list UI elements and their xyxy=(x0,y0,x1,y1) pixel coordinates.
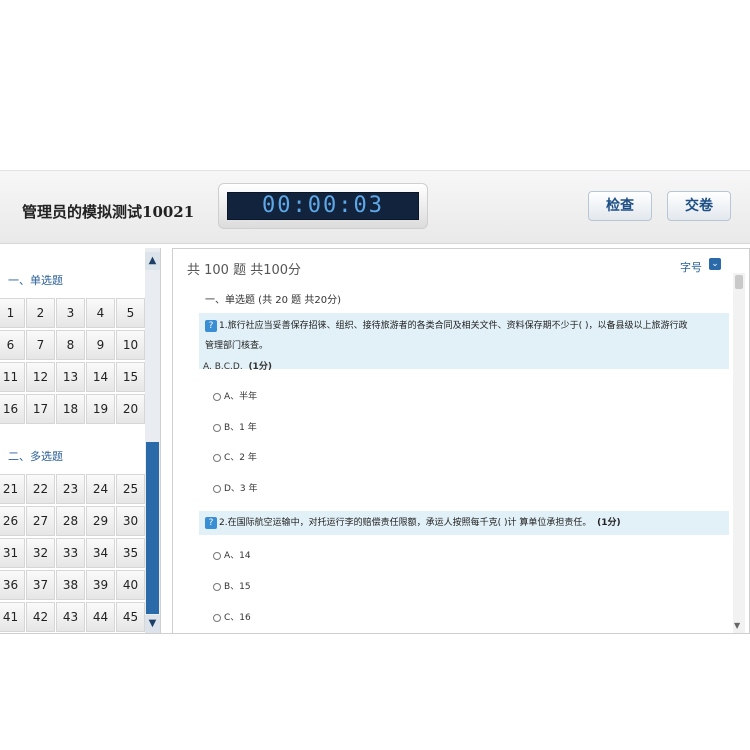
navigator-scroll-thumb[interactable] xyxy=(146,442,159,614)
exam-total: 共 100 题 共100分 xyxy=(187,263,302,278)
question-1: ? 1.旅行社应当妥善保存招徕、组织、接待旅游者的各类合同及相关文件、资料保存期不… xyxy=(199,313,729,369)
question-number-cell[interactable]: 1 xyxy=(0,298,25,328)
radio-button[interactable] xyxy=(213,453,221,462)
countdown-timer: 00:00:03 xyxy=(227,192,419,220)
exam-app: 管理员的模拟测试10021 00:00:03 检查 交卷 一、单选题 12345… xyxy=(0,170,750,635)
section-title-single: 一、单选题 xyxy=(8,274,63,287)
question-panel: 共 100 题 共100分 字号 ⌄ 一、单选题 (共 20 题 共20分) ?… xyxy=(172,248,750,633)
question-number-cell[interactable]: 32 xyxy=(26,538,55,568)
question-number-cell[interactable]: 10 xyxy=(116,330,145,360)
question-number-cell[interactable]: 22 xyxy=(26,474,55,504)
question-number-cell[interactable]: 7 xyxy=(26,330,55,360)
question-number-cell[interactable]: 20 xyxy=(116,394,145,424)
question-mark-icon: ? xyxy=(205,319,217,332)
question-number-cell[interactable]: 21 xyxy=(0,474,25,504)
radio-button[interactable] xyxy=(213,582,221,591)
question-number-cell[interactable]: 36 xyxy=(0,570,25,600)
chevron-up-icon[interactable]: ▲ xyxy=(145,252,160,270)
question-scrollbar[interactable]: ▼ xyxy=(733,273,745,633)
question-number-cell[interactable]: 29 xyxy=(86,506,115,536)
chevron-down-icon[interactable]: ▼ xyxy=(734,621,740,630)
section-title-multi: 二、多选题 xyxy=(8,450,63,463)
question-number-cell[interactable]: 17 xyxy=(26,394,55,424)
question-number-cell[interactable]: 16 xyxy=(0,394,25,424)
question-navigator: 一、单选题 1 2 3 4 5 6 7 8 9 10 11 12 13 14 15 16 17 18 19 20 二、… xyxy=(0,248,161,633)
question-number-cell[interactable]: 27 xyxy=(26,506,55,536)
question-number-cell[interactable]: 9 xyxy=(86,330,115,360)
exam-header: 管理员的模拟测试10021 00:00:03 检查 交卷 xyxy=(0,170,750,244)
question-number-cell[interactable]: 28 xyxy=(56,506,85,536)
question-number-cell[interactable]: 45 xyxy=(116,602,145,632)
option-2a[interactable]: A、14 xyxy=(213,548,251,561)
radio-button[interactable] xyxy=(213,551,221,560)
option-2b[interactable]: B、15 xyxy=(213,579,251,592)
radio-button[interactable] xyxy=(213,423,221,432)
question-number-cell[interactable]: 37 xyxy=(26,570,55,600)
question-number-cell[interactable]: 14 xyxy=(86,362,115,392)
question-number-cell[interactable]: 6 xyxy=(0,330,25,360)
chevron-down-icon[interactable]: ⌄ xyxy=(709,258,721,270)
question-number-cell[interactable]: 8 xyxy=(56,330,85,360)
question-number-cell[interactable]: 3 xyxy=(56,298,85,328)
question-number-cell[interactable]: 5 xyxy=(116,298,145,328)
navigator-scrollbar[interactable]: ▲ ▼ xyxy=(145,248,160,633)
question-number-cell[interactable]: 19 xyxy=(86,394,115,424)
question-number-cell[interactable]: 39 xyxy=(86,570,115,600)
question-number-cell[interactable]: 38 xyxy=(56,570,85,600)
question-number-cell[interactable]: 12 xyxy=(26,362,55,392)
question-number-cell[interactable]: 15 xyxy=(116,362,145,392)
font-size-label[interactable]: 字号 xyxy=(680,259,702,275)
chevron-down-icon[interactable]: ▼ xyxy=(145,615,160,633)
question-number-cell[interactable]: 33 xyxy=(56,538,85,568)
question-number-cell[interactable]: 30 xyxy=(116,506,145,536)
question-number-cell[interactable]: 41 xyxy=(0,602,25,632)
question-number-cell[interactable]: 43 xyxy=(56,602,85,632)
exam-title: 管理员的模拟测试10021 xyxy=(22,203,195,221)
question-mark-icon: ? xyxy=(205,516,217,529)
option-1c[interactable]: C、2 年 xyxy=(213,450,257,463)
option-1b[interactable]: B、1 年 xyxy=(213,420,257,433)
question-number-cell[interactable]: 4 xyxy=(86,298,115,328)
radio-button[interactable] xyxy=(213,484,221,493)
question-number-cell[interactable]: 35 xyxy=(116,538,145,568)
question-number-cell[interactable]: 2 xyxy=(26,298,55,328)
section-heading: 一、单选题 (共 20 题 共20分) xyxy=(205,295,341,306)
question-number-cell[interactable]: 31 xyxy=(0,538,25,568)
question-number-cell[interactable]: 40 xyxy=(116,570,145,600)
timer-frame: 00:00:03 xyxy=(218,183,428,229)
option-2c[interactable]: C、16 xyxy=(213,610,251,623)
question-number-cell[interactable]: 44 xyxy=(86,602,115,632)
question-number-cell[interactable]: 23 xyxy=(56,474,85,504)
question-number-cell[interactable]: 25 xyxy=(116,474,145,504)
question-number-cell[interactable]: 26 xyxy=(0,506,25,536)
radio-button[interactable] xyxy=(213,613,221,622)
radio-button[interactable] xyxy=(213,392,221,401)
question-1-answer: A. B.C.D. (1分) xyxy=(203,362,272,372)
question-number-cell[interactable]: 34 xyxy=(86,538,115,568)
question-scroll-thumb[interactable] xyxy=(735,275,743,289)
single-choice-grid: 1 2 3 4 5 6 7 8 9 10 11 12 13 14 15 16 17 18 19 20 xyxy=(0,298,150,428)
question-2-text: 2.在国际航空运输中，对托运行李的赔偿责任限额，承运人按照每千克( )计 算单位… xyxy=(219,518,592,528)
question-1-text-cont: 管理部门核查。 xyxy=(205,341,269,351)
question-2: ? 2.在国际航空运输中，对托运行李的赔偿责任限额，承运人按照每千克( )计 算单… xyxy=(199,511,729,535)
question-number-cell[interactable]: 13 xyxy=(56,362,85,392)
option-1d[interactable]: D、3 年 xyxy=(213,481,258,494)
multi-choice-grid: 21 22 23 24 25 26 27 28 29 30 31 32 33 34 35 36 37 38 39 40… xyxy=(0,474,150,633)
question-number-cell[interactable]: 24 xyxy=(86,474,115,504)
divider xyxy=(0,633,750,634)
option-1a[interactable]: A、半年 xyxy=(213,389,257,402)
submit-button[interactable]: 交卷 xyxy=(667,191,731,221)
question-number-cell[interactable]: 11 xyxy=(0,362,25,392)
question-number-cell[interactable]: 42 xyxy=(26,602,55,632)
question-number-cell[interactable]: 18 xyxy=(56,394,85,424)
check-button[interactable]: 检查 xyxy=(588,191,652,221)
question-1-text: 1.旅行社应当妥善保存招徕、组织、接待旅游者的各类合同及相关文件、资料保存期不少… xyxy=(219,321,688,331)
